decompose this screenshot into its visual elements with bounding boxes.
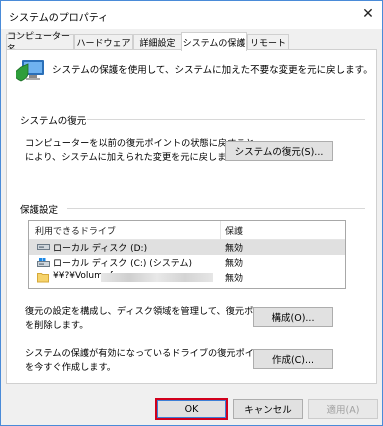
tab-system-protection[interactable]: システムの保護 — [181, 32, 247, 51]
create-desc-line2: を今すぐ作成します。 — [25, 362, 116, 373]
create-desc-line1: システムの保護が有効になっているドライブの復元ポイント — [25, 348, 273, 359]
configure-desc-line2: を削除します。 — [25, 320, 89, 331]
column-separator — [220, 221, 221, 239]
tab-hardware[interactable]: ハードウェア — [74, 34, 133, 49]
tab-advanced[interactable]: 詳細設定 — [133, 34, 182, 49]
tab-computer-name[interactable]: コンピューター名 — [6, 32, 74, 55]
close-icon: ✕ — [362, 6, 374, 22]
drive-name: ローカル ディスク (C:) (システム) — [53, 259, 193, 269]
system-protection-icon — [16, 60, 44, 82]
list-header: 利用できるドライブ 保護 — [29, 221, 345, 240]
intro-text: システムの保護を使用して、システムに加えた不要な変更を元に戻します。 — [52, 65, 373, 76]
drive-status: 無効 — [225, 244, 244, 254]
system-restore-button[interactable]: システムの復元(S)... — [225, 141, 333, 161]
window-title: システムのプロパティ — [9, 13, 109, 24]
apply-button[interactable]: 適用(A) — [308, 399, 378, 419]
tab-panel: システムの保護を使用して、システムに加えた不要な変更を元に戻します。 システムの… — [6, 49, 377, 384]
configure-button[interactable]: 構成(O)... — [253, 307, 333, 327]
configure-desc-line1: 復元の設定を構成し、ディスク領域を管理して、復元ポイント — [25, 306, 281, 317]
restore-group-title: システムの復元 — [20, 116, 87, 127]
drive-name: ローカル ディスク (D:) — [53, 244, 148, 254]
column-header-drive[interactable]: 利用できるドライブ — [35, 224, 116, 237]
protection-group-title: 保護設定 — [20, 205, 59, 216]
column-header-protection[interactable]: 保護 — [225, 224, 243, 237]
drive-row[interactable]: ¥¥?¥Volume{ 無効 — [29, 270, 345, 285]
configure-description: 復元の設定を構成し、ディスク領域を管理して、復元ポイント を削除します。 — [25, 305, 281, 333]
restore-description: コンピューターを以前の復元ポイントの状態に戻すこと により、システムに加えられた… — [25, 137, 255, 165]
create-button[interactable]: 作成(C)... — [253, 349, 333, 369]
title-bar[interactable]: システムのプロパティ ✕ — [1, 1, 382, 29]
drive-status: 無効 — [225, 274, 244, 284]
drive-list[interactable]: 利用できるドライブ 保護 ローカル ディスク (D:) 無効 ローカル ディスク… — [28, 220, 346, 289]
drive-status: 無効 — [225, 259, 244, 269]
drive-icon — [37, 244, 50, 250]
folder-icon — [37, 273, 49, 283]
system-properties-window: システムのプロパティ ✕ コンピューター名 ハードウェア 詳細設定 システムの保… — [0, 0, 383, 426]
drive-row[interactable]: ローカル ディスク (C:) (システム) 無効 — [29, 255, 345, 270]
create-description: システムの保護が有効になっているドライブの復元ポイント を今すぐ作成します。 — [25, 347, 272, 375]
drive-row[interactable]: ローカル ディスク (D:) 無効 — [29, 240, 345, 255]
cancel-button[interactable]: キャンセル — [233, 399, 303, 419]
divider — [67, 208, 365, 209]
tab-strip: コンピューター名 ハードウェア 詳細設定 システムの保護 リモート — [6, 32, 378, 55]
system-drive-icon — [37, 258, 50, 267]
close-button[interactable]: ✕ — [354, 1, 382, 27]
ok-button[interactable]: OK — [155, 398, 228, 420]
tab-remote[interactable]: リモート — [247, 34, 289, 49]
restore-desc-line1: コンピューターを以前の復元ポイントの状態に戻すこと — [25, 138, 255, 149]
divider — [87, 119, 365, 120]
redacted-volume-id — [101, 273, 213, 282]
restore-desc-line2: により、システムに加えられた変更を元に戻します。 — [25, 152, 244, 163]
